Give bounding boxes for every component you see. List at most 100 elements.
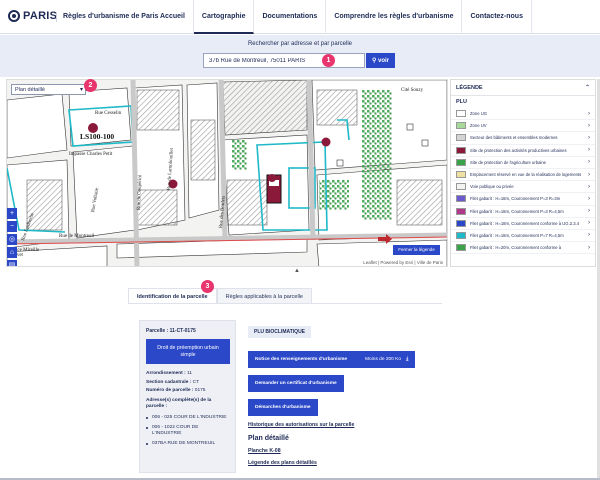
notice-download-button[interactable]: Notice des renseignements d'urbanisme Moi… <box>248 351 416 368</box>
step-marker-2: 2 <box>84 79 97 92</box>
search-icon: ⚲ <box>371 58 377 64</box>
legend-swatch <box>456 134 466 142</box>
nav-accueil[interactable]: Accueil <box>152 0 194 34</box>
chevron-right-icon: › <box>588 110 590 117</box>
legend-panel: LÉGENDE ⌃ PLU Zone UG › Zone UV › Secteur de… <box>450 79 596 267</box>
search-band: Rechercher par adresse et par parcelle ⚲… <box>0 35 600 77</box>
legend-swatch <box>456 171 466 179</box>
chevron-right-icon: › <box>588 134 590 141</box>
chevron-right-icon: › <box>588 159 590 166</box>
parcel-title: Parcelle : 11-CT-0175 <box>146 328 196 334</box>
street-label-montreuil: Rue de Montreuil <box>59 234 95 239</box>
legend-swatch <box>456 207 466 215</box>
legend-label: Zone UG <box>470 111 487 117</box>
chevron-right-icon: › <box>588 195 590 202</box>
nav-documentations[interactable]: Documentations <box>254 0 327 34</box>
legend-plans-link[interactable]: Légende des plans détaillés <box>248 460 438 466</box>
field-section: Section cadastrale : CT <box>146 379 229 388</box>
top-navigation: PARIS Règles d'urbanisme de Paris Accuei… <box>0 0 600 34</box>
chevron-up-icon[interactable]: ▲ <box>294 268 300 274</box>
field-label: Section cadastrale : <box>146 379 192 385</box>
nav-cartographie[interactable]: Cartographie <box>193 0 255 34</box>
plan-type-select[interactable]: Plan détaillé ▾ <box>11 84 86 95</box>
legend-item[interactable]: Secteur des bâtiments et ensembles moder… <box>451 132 595 145</box>
legend-label: Filet gabarit : H=18m, Couronnement conf… <box>470 220 580 226</box>
field-arrondissement: Arrondissement : 11 <box>146 370 229 379</box>
planche-link[interactable]: Planche K-08 <box>248 448 438 454</box>
chevron-right-icon: › <box>588 244 590 251</box>
legend-item[interactable]: Emplacement réservé en vue de la réalisa… <box>451 169 595 182</box>
legend-label: Site de protection des activités product… <box>470 147 567 153</box>
zoom-out-button[interactable]: − <box>7 221 17 232</box>
map-toolbar: + − ◎ ⌂ ▤ <box>7 208 17 266</box>
paris-logo-icon <box>8 10 20 22</box>
step-marker-1: 1 <box>322 54 335 67</box>
field-label: Numéro de parcelle : <box>146 388 194 393</box>
legend-item[interactable]: Filet gabarit : H=18m, Couronnement conf… <box>451 218 595 230</box>
parcel-card: Parcelle : 11-CT-0175 Droit de préemptio… <box>139 320 236 473</box>
legend-item[interactable]: Zone UG › <box>451 108 595 121</box>
street-label-charles-petit: Impasse Charles Petit <box>69 152 113 157</box>
site-title[interactable]: Règles d'urbanisme de Paris <box>56 12 158 22</box>
legend-label: Filet gabarit : H=18m, Couronnement P=3 … <box>470 196 561 202</box>
preemption-button[interactable]: Droit de préemption urbain simple <box>146 339 230 364</box>
nav-comprendre[interactable]: Comprendre les règles d'urbanisme <box>326 0 463 34</box>
legend-item[interactable]: Voie publique ou privée › <box>451 181 595 194</box>
list-item: 006 - 1022 COUR DE L'INDUSTRIE <box>146 425 229 437</box>
chevron-right-icon: › <box>588 147 590 154</box>
plan-detail-title: Plan détaillé <box>248 435 289 442</box>
field-numero: Numéro de parcelle : 0175 <box>146 387 229 396</box>
legend-label: Emplacement réservé en vue de la réalisa… <box>470 172 582 178</box>
legend-swatch <box>456 110 466 118</box>
legend-label: Site de protection de l'agriculture urba… <box>470 159 546 165</box>
legend-swatch <box>456 219 466 227</box>
home-icon[interactable]: ⌂ <box>7 247 17 258</box>
plu-tag: PLU BIOCLIMATIQUE <box>248 326 312 338</box>
legend-item[interactable]: Site de protection des activités product… <box>451 145 595 157</box>
notice-row: Notice des renseignements d'urbanisme Moi… <box>248 351 438 368</box>
parcel-number-label: LS100-100 <box>80 132 115 141</box>
search-button[interactable]: ⚲ voir <box>366 53 395 68</box>
paris-logo[interactable]: PARIS <box>8 10 57 22</box>
list-item: 037BA RUE DE MONTREUIL <box>146 441 229 447</box>
legend-header[interactable]: LÉGENDE ⌃ <box>451 80 595 96</box>
legend-item[interactable]: Filet gabarit : H=18m, Couronnement P=7 … <box>451 230 595 243</box>
field-value: 0175 <box>194 388 206 393</box>
chevron-up-icon: ⌃ <box>584 85 590 91</box>
map-attribution[interactable]: Leaflet | Powered by Esri | Ville de Par… <box>361 260 445 265</box>
legend-swatch <box>456 183 466 191</box>
search-caption: Rechercher par adresse et par parcelle <box>247 41 353 47</box>
list-item: 006 - 025 COUR DE L'INDUSTRIE <box>146 415 229 421</box>
legend-swatch <box>456 146 466 154</box>
legend-item[interactable]: Filet gabarit : H=20m, Couronnement conf… <box>451 242 595 255</box>
legend-item[interactable]: Site de protection de l'agriculture urba… <box>451 157 595 169</box>
legend-item[interactable]: Zone UV › <box>451 120 595 133</box>
demarches-button[interactable]: Démarches d'urbanisme <box>248 399 318 416</box>
certificate-button[interactable]: Demander un certificat d'urbanisme <box>248 375 344 392</box>
field-value: CT <box>192 379 200 385</box>
legend-item[interactable]: Filet gabarit : H=18m, Couronnement P=3 … <box>451 206 595 218</box>
tab-regles[interactable]: Règles applicables à la parcelle <box>216 288 312 304</box>
legend-swatch <box>456 231 466 239</box>
main-nav: Accueil Cartographie Documentations Comp… <box>152 0 532 34</box>
address-search-input[interactable] <box>203 53 365 68</box>
legend-title: LÉGENDE <box>456 85 483 91</box>
address-list: 006 - 025 COUR DE L'INDUSTRIE 006 - 1022… <box>146 415 229 447</box>
locate-icon[interactable]: ◎ <box>7 234 17 245</box>
legend-label: Filet gabarit : H=20m, Couronnement conf… <box>470 245 562 251</box>
chevron-down-icon: ▾ <box>79 87 83 93</box>
legend-swatch <box>456 195 466 203</box>
layers-icon[interactable]: ▤ <box>7 260 17 266</box>
legend-item[interactable]: Filet gabarit : H=18m, Couronnement P=3 … <box>451 193 595 206</box>
chevron-right-icon: › <box>588 220 590 227</box>
legend-label: Voie publique ou privée <box>470 184 514 190</box>
close-legend-button[interactable]: Fermer la légende <box>393 245 440 255</box>
street-label-cite-souzy: Cité Souzy <box>401 88 424 93</box>
nav-contact[interactable]: Contactez-nous <box>462 0 532 34</box>
plan-select-value: Plan détaillé <box>15 87 45 93</box>
zoom-in-button[interactable]: + <box>7 208 17 219</box>
chevron-right-icon: › <box>588 171 590 178</box>
history-link[interactable]: Historique des autorisations sur la parc… <box>248 422 438 428</box>
legend-label: Secteur des bâtiments et ensembles moder… <box>470 135 558 141</box>
street-label-cesselin: Rue Cesselin <box>95 111 122 116</box>
